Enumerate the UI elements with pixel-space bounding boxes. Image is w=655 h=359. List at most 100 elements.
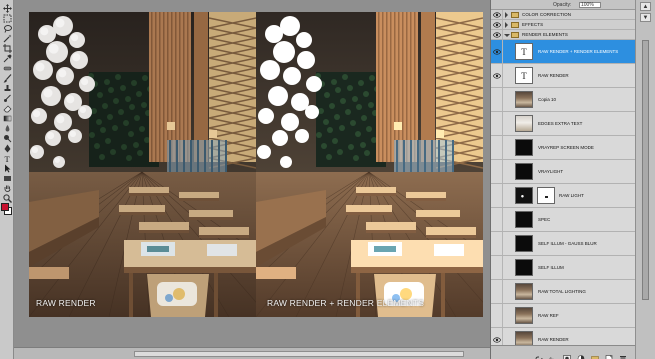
layer-name: SELF ILLUM - GAUSS BLUR [538,241,597,246]
chevron-right-icon[interactable] [505,22,508,28]
visibility-toggle[interactable] [491,304,503,327]
hand-tool-icon[interactable] [2,184,12,193]
composite-render-caption: RAW RENDER + RENDER ELEMENTS [267,298,425,308]
scroll-up-button[interactable]: ▲ [640,2,651,11]
chevron-down-icon[interactable] [504,34,510,37]
lasso-tool-icon[interactable] [2,24,12,33]
mask-icon[interactable] [563,349,571,359]
layer-row[interactable]: RAW LIGHT [491,184,636,208]
layers-scrollbar[interactable]: ▲ ▼ [635,0,655,359]
visibility-toggle[interactable] [491,64,503,87]
visibility-toggle[interactable] [491,30,503,39]
folder-icon[interactable] [591,349,599,359]
visibility-toggle[interactable] [491,40,503,63]
layer-thumbnail [515,91,533,108]
visibility-toggle[interactable] [491,208,503,231]
new-layer-icon[interactable] [605,349,613,359]
layer-row[interactable]: SELF ILLUM [491,256,636,280]
layer-row[interactable]: VRAYLIGHT [491,160,636,184]
layer-name: VRAYREP SCREEN MODE [538,145,594,150]
type-tool-icon[interactable]: T [2,154,12,163]
visibility-toggle[interactable] [491,280,503,303]
layer-thumbnail [515,259,533,276]
visibility-toggle[interactable] [491,10,503,19]
pen-tool-icon[interactable] [2,144,12,153]
svg-text:T: T [4,154,10,163]
layer-row[interactable]: Copia 10 [491,88,636,112]
layers-panel: Opacity: 100% COLOR CORRECTION EFFECTS REN… [490,0,655,359]
crop-tool-icon[interactable] [2,44,12,53]
healing-brush-icon[interactable] [2,64,12,73]
brush-tool-icon[interactable] [2,74,12,83]
gradient-icon[interactable] [2,114,12,123]
layer-thumbnail [515,283,533,300]
layer-name: RAW RENDER [538,337,569,342]
eraser-icon[interactable] [2,104,12,113]
path-select-icon[interactable] [2,164,12,173]
layer-row[interactable]: RAW TOTAL LIGHTING [491,280,636,304]
layer-row[interactable]: T RAW RENDER [491,64,636,88]
eye-icon [493,11,501,18]
fx-icon[interactable]: fx [549,349,557,359]
layer-name: RAW RENDER + RENDER ELEMENTS [538,49,619,54]
layer-name: VRAYLIGHT [538,169,564,174]
scroll-thumb[interactable] [642,40,649,300]
document-canvas[interactable]: RAW RENDER RAW RENDER + RENDER ELEMENTS [29,12,483,317]
shape-tool-icon[interactable] [2,174,12,183]
foreground-color-swatch[interactable] [1,203,9,211]
opacity-input[interactable]: 100% [579,2,601,8]
magic-wand-icon[interactable] [2,34,12,43]
layer-mask-thumbnail[interactable] [537,187,555,204]
clone-stamp-icon[interactable] [2,84,12,93]
visibility-toggle[interactable] [491,20,503,29]
layer-group-row[interactable]: RENDER ELEMENTS [491,30,636,40]
text-layer-thumbnail: T [515,43,533,60]
link-icon[interactable] [535,349,543,359]
move-tool-icon[interactable] [2,4,12,13]
visibility-toggle[interactable] [491,88,503,111]
layer-thumbnail [515,187,533,204]
marquee-tool-icon[interactable] [2,14,12,23]
raw-render-image [29,12,256,317]
layer-list: COLOR CORRECTION EFFECTS RENDER ELEMENTS T R… [491,10,636,352]
layer-thumbnail [515,235,533,252]
layer-row[interactable]: RAW REF [491,304,636,328]
history-brush-icon[interactable] [2,94,12,103]
text-layer-thumbnail: T [515,67,533,84]
layer-thumbnail [515,115,533,132]
folder-icon [511,12,519,18]
horizontal-scrollbar[interactable] [134,351,464,357]
adjustment-icon[interactable] [577,349,585,359]
visibility-toggle[interactable] [491,112,503,135]
visibility-toggle[interactable] [491,136,503,159]
layer-group-name: COLOR CORRECTION [522,12,572,17]
layer-row[interactable]: EDGES EXTRA TEXT [491,112,636,136]
layer-group-row[interactable]: EFFECTS [491,20,636,30]
visibility-toggle[interactable] [491,184,503,207]
layer-row[interactable]: VRAYREP SCREEN MODE [491,136,636,160]
layer-group-name: RENDER ELEMENTS [522,32,569,37]
layer-row[interactable]: T RAW RENDER + RENDER ELEMENTS [491,40,636,64]
opacity-label: Opacity: [553,2,572,8]
visibility-toggle[interactable] [491,232,503,255]
zoom-tool-icon[interactable] [2,194,12,203]
chevron-right-icon[interactable] [505,12,508,18]
layer-thumbnail [515,211,533,228]
visibility-toggle[interactable] [491,256,503,279]
layer-row[interactable]: SELF ILLUM - GAUSS BLUR [491,232,636,256]
folder-icon [511,22,519,28]
folder-icon [511,32,519,38]
blur-tool-icon[interactable] [2,124,12,133]
eyedropper-icon[interactable] [2,54,12,63]
scroll-down-button[interactable]: ▼ [640,13,651,22]
visibility-toggle[interactable] [491,160,503,183]
layer-name: RAW LIGHT [559,193,584,198]
dodge-tool-icon[interactable] [2,134,12,143]
layer-name: RAW TOTAL LIGHTING [538,289,586,294]
layer-group-row[interactable]: COLOR CORRECTION [491,10,636,20]
eye-icon [493,31,501,38]
trash-icon[interactable] [619,349,627,359]
photoshop-window: T RAW RENDER RAW RENDER + RENDER ELEMENT… [0,0,655,359]
eye-icon [493,72,501,79]
layer-row[interactable]: SPEC [491,208,636,232]
